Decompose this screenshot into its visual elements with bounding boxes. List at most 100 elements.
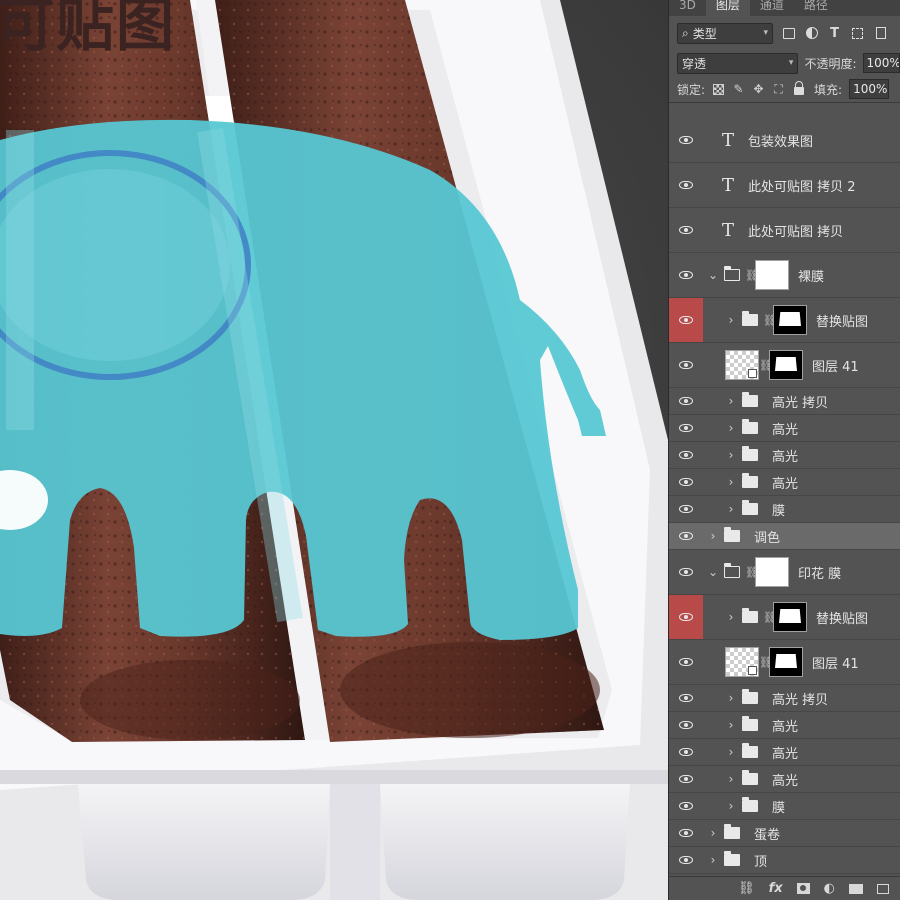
- layer-name[interactable]: 顶: [754, 851, 767, 870]
- visibility-toggle[interactable]: [669, 415, 703, 441]
- layer-name[interactable]: 膜: [772, 500, 785, 519]
- layer-name[interactable]: 蛋卷: [754, 824, 780, 843]
- type-filter-icon[interactable]: T: [827, 26, 842, 41]
- visibility-toggle[interactable]: [669, 847, 703, 873]
- layer-name[interactable]: 替换贴图: [816, 311, 868, 330]
- layer-name[interactable]: 高光: [772, 743, 798, 762]
- visibility-toggle[interactable]: [669, 550, 703, 594]
- lock-position-icon[interactable]: ✥: [752, 82, 765, 96]
- layer-row[interactable]: › ⛓ 替换贴图: [669, 298, 900, 343]
- visibility-toggle[interactable]: [669, 739, 703, 765]
- chevron-right-icon[interactable]: ›: [725, 448, 737, 462]
- layer-name[interactable]: 高光: [772, 770, 798, 789]
- visibility-toggle[interactable]: [669, 163, 703, 207]
- visibility-toggle[interactable]: [669, 685, 703, 711]
- layer-name[interactable]: 包装效果图: [748, 131, 813, 150]
- visibility-toggle[interactable]: [669, 595, 703, 639]
- chevron-right-icon[interactable]: ›: [725, 745, 737, 759]
- smart-object-filter-icon[interactable]: [873, 26, 888, 41]
- mask-link-icon[interactable]: ⛓: [759, 656, 773, 669]
- chevron-right-icon[interactable]: ›: [725, 691, 737, 705]
- layer-row[interactable]: T 此处可贴图 拷贝: [669, 208, 900, 253]
- new-layer-icon[interactable]: [877, 883, 889, 894]
- adjustment-filter-icon[interactable]: [804, 26, 819, 41]
- visibility-toggle[interactable]: [669, 253, 703, 297]
- layer-row[interactable]: › 膜: [669, 496, 900, 523]
- add-mask-icon[interactable]: [796, 883, 810, 894]
- layer-row[interactable]: › 顶: [669, 847, 900, 874]
- layer-name[interactable]: 高光 拷贝: [772, 689, 828, 708]
- visibility-toggle[interactable]: [669, 208, 703, 252]
- document-canvas[interactable]: 可贴图: [0, 0, 668, 900]
- layer-mask-thumbnail[interactable]: [773, 602, 807, 632]
- mask-link-icon[interactable]: ⛓: [745, 566, 759, 579]
- chevron-right-icon[interactable]: ›: [725, 475, 737, 489]
- fx-icon[interactable]: fx: [769, 881, 783, 896]
- tab-channels[interactable]: 通道: [750, 0, 794, 16]
- adjustment-layer-icon[interactable]: ◐: [824, 881, 835, 896]
- layer-name[interactable]: 裸膜: [798, 266, 824, 285]
- layer-row[interactable]: › 高光: [669, 469, 900, 496]
- layer-row[interactable]: › ⛓ 替换贴图: [669, 595, 900, 640]
- tab-paths[interactable]: 路径: [794, 0, 838, 16]
- chevron-down-icon[interactable]: ⌄: [707, 565, 719, 579]
- layer-row[interactable]: › 调色: [669, 523, 900, 550]
- visibility-toggle[interactable]: [669, 712, 703, 738]
- chevron-right-icon[interactable]: ›: [725, 799, 737, 813]
- layer-row[interactable]: ⛓ 图层 41: [669, 640, 900, 685]
- lock-brush-icon[interactable]: ✎: [732, 82, 745, 96]
- visibility-toggle[interactable]: [669, 118, 703, 162]
- blend-mode-select[interactable]: 穿透 ▾: [677, 52, 799, 74]
- chevron-right-icon[interactable]: ›: [725, 610, 737, 624]
- chevron-right-icon[interactable]: ›: [707, 529, 719, 543]
- visibility-toggle[interactable]: [669, 298, 703, 342]
- lock-all-icon[interactable]: [792, 81, 805, 96]
- visibility-toggle[interactable]: [669, 343, 703, 387]
- visibility-toggle[interactable]: [669, 640, 703, 684]
- layer-row[interactable]: T 包装效果图: [669, 118, 900, 163]
- mask-link-icon[interactable]: ⛓: [745, 269, 759, 282]
- layer-row[interactable]: › 高光: [669, 712, 900, 739]
- shape-filter-icon[interactable]: [850, 26, 865, 41]
- lock-artboard-icon[interactable]: ⛶: [772, 82, 785, 96]
- layer-mask-thumbnail[interactable]: [769, 647, 803, 677]
- mask-link-icon[interactable]: ⛓: [763, 314, 777, 327]
- layer-mask-thumbnail[interactable]: [755, 557, 789, 587]
- layer-row[interactable]: › 蛋卷: [669, 820, 900, 847]
- visibility-toggle[interactable]: [669, 496, 703, 522]
- layer-name[interactable]: 替换贴图: [816, 608, 868, 627]
- chevron-right-icon[interactable]: ›: [725, 421, 737, 435]
- layer-mask-thumbnail[interactable]: [769, 350, 803, 380]
- layer-mask-thumbnail[interactable]: [773, 305, 807, 335]
- layer-row[interactable]: › 高光: [669, 442, 900, 469]
- chevron-right-icon[interactable]: ›: [725, 718, 737, 732]
- layer-name[interactable]: 印花 膜: [798, 563, 841, 582]
- lock-transparency-icon[interactable]: [712, 83, 725, 96]
- new-group-icon[interactable]: [849, 883, 863, 894]
- layer-name[interactable]: 高光: [772, 446, 798, 465]
- chevron-right-icon[interactable]: ›: [707, 826, 719, 840]
- tab-layers[interactable]: 图层: [705, 0, 750, 16]
- chevron-right-icon[interactable]: ›: [725, 772, 737, 786]
- layer-row[interactable]: › 高光: [669, 415, 900, 442]
- visibility-toggle[interactable]: [669, 820, 703, 846]
- visibility-toggle[interactable]: [669, 523, 703, 549]
- chevron-down-icon[interactable]: ⌄: [707, 268, 719, 282]
- chevron-right-icon[interactable]: ›: [725, 502, 737, 516]
- visibility-toggle[interactable]: [669, 388, 703, 414]
- layer-row[interactable]: › 高光 拷贝: [669, 685, 900, 712]
- mask-link-icon[interactable]: ⛓: [763, 611, 777, 624]
- filter-kind-select[interactable]: ⌕ 类型 ▾: [677, 22, 773, 44]
- layer-row[interactable]: › 高光: [669, 766, 900, 793]
- layer-mask-thumbnail[interactable]: [755, 260, 789, 290]
- chevron-right-icon[interactable]: ›: [725, 313, 737, 327]
- chevron-right-icon[interactable]: ›: [707, 853, 719, 867]
- layer-row[interactable]: ⛓ 图层 41: [669, 343, 900, 388]
- chevron-right-icon[interactable]: ›: [725, 394, 737, 408]
- layer-name[interactable]: 调色: [754, 527, 780, 546]
- opacity-field[interactable]: 100%: [862, 53, 900, 73]
- layer-row[interactable]: ⌄ ⛓ 印花 膜: [669, 550, 900, 595]
- layer-name[interactable]: 图层 41: [812, 356, 859, 375]
- layer-name[interactable]: 此处可贴图 拷贝 2: [748, 176, 856, 195]
- layer-name[interactable]: 高光: [772, 473, 798, 492]
